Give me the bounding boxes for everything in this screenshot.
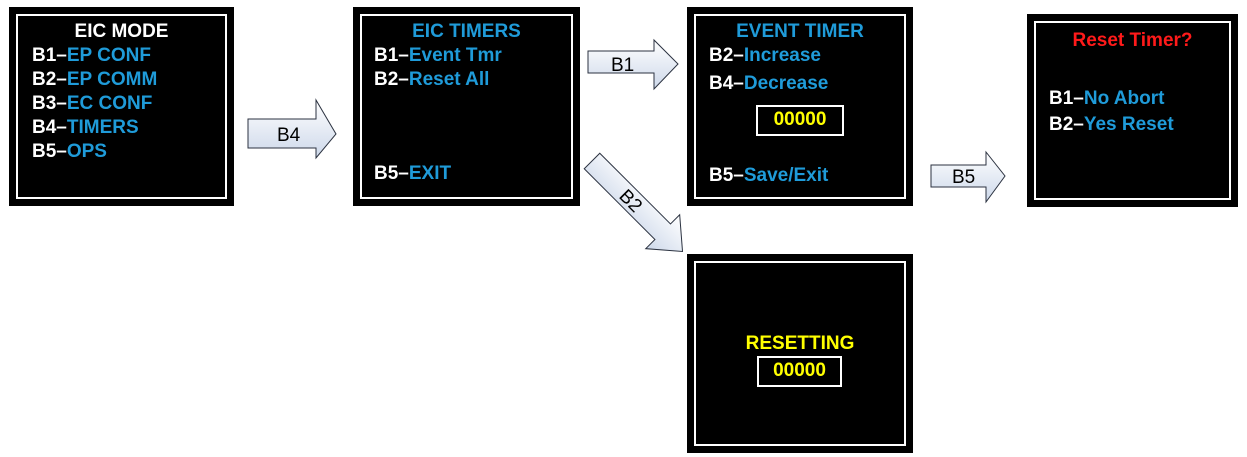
menu-line: B3–EC CONF: [32, 93, 153, 114]
screen-reset-timer: Reset Timer? B1–No Abort B2–Yes Reset: [1027, 14, 1238, 207]
menu-line: B1–No Abort: [1049, 88, 1165, 109]
resetting-counter: 00000: [757, 356, 842, 387]
screen-title: EIC MODE: [74, 21, 169, 42]
screen-title: Reset Timer?: [1072, 30, 1193, 51]
screen-eic-timers: EIC TIMERS B1–Event Tmr B2–Reset All B5–…: [353, 7, 580, 206]
arrow-b2: B2: [583, 152, 684, 253]
arrow-b1-label: B1: [611, 55, 634, 76]
screen-title: EVENT TIMER: [736, 21, 864, 42]
arrow-b5-label: B5: [952, 167, 975, 188]
arrow-b1: B1: [587, 38, 679, 91]
menu-line: B2–Yes Reset: [1049, 114, 1174, 135]
screen-eic-mode: EIC MODE B1–EP CONF B2–EP COMM B3–EC CON…: [9, 7, 234, 206]
menu-line: B2–Increase: [709, 45, 821, 66]
menu-line: B1–EP CONF: [32, 45, 151, 66]
menu-line: B2–EP COMM: [32, 69, 158, 90]
menu-line: B5–OPS: [32, 141, 107, 162]
menu-line: B1–Event Tmr: [374, 45, 502, 66]
menu-line: B5–EXIT: [374, 163, 452, 184]
menu-line: B4–Decrease: [709, 73, 829, 94]
arrow-b4: B4: [247, 98, 337, 160]
screen-title: RESETTING: [745, 333, 855, 354]
menu-line: B2–Reset All: [374, 69, 490, 90]
screen-resetting: RESETTING 00000: [687, 254, 913, 453]
screen-title: EIC TIMERS: [412, 21, 521, 42]
screen-event-timer: EVENT TIMER B2–Increase B4–Decrease 0000…: [687, 7, 913, 206]
menu-line: B4–TIMERS: [32, 117, 139, 138]
arrow-b5: B5: [930, 150, 1006, 204]
menu-line: B5–Save/Exit: [709, 165, 829, 186]
event-timer-counter: 00000: [756, 105, 844, 136]
arrow-b4-label: B4: [277, 125, 301, 146]
